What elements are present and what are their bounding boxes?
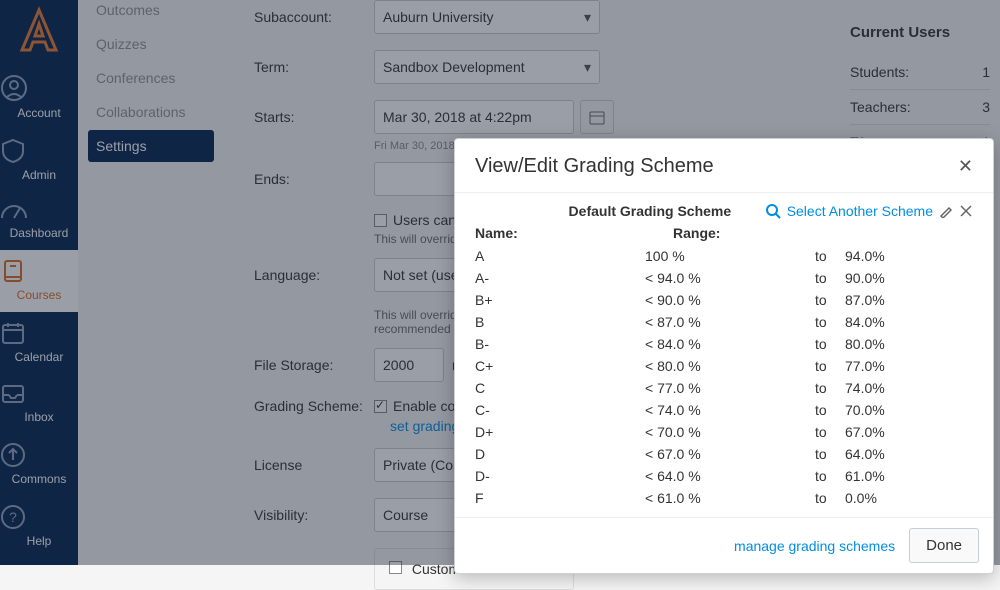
col-name: Name: [475,225,645,241]
scheme-row: C< 77.0 %to74.0% [475,377,973,399]
select-another-scheme-link[interactable]: Select Another Scheme [787,203,933,219]
col-range: Range: [645,225,845,241]
manage-schemes-link[interactable]: manage grading schemes [734,538,895,554]
to-word: to [815,468,845,484]
scheme-row: D+< 70.0 %to67.0% [475,421,973,443]
grade-to: 61.0% [845,468,885,484]
grading-scheme-modal: View/Edit Grading Scheme ✕ Default Gradi… [454,138,994,574]
grade-name: B [475,314,645,330]
grade-to: 94.0% [845,248,885,264]
grade-from: < 64.0 % [645,468,815,484]
grade-from: < 90.0 % [645,292,815,308]
grade-name: C- [475,402,645,418]
grade-from: < 74.0 % [645,402,815,418]
grade-name: A- [475,270,645,286]
grade-name: D+ [475,424,645,440]
grade-to: 77.0% [845,358,885,374]
to-word: to [815,270,845,286]
grade-name: D- [475,468,645,484]
grade-to: 70.0% [845,402,885,418]
to-word: to [815,358,845,374]
scheme-row: C+< 80.0 %to77.0% [475,355,973,377]
to-word: to [815,446,845,462]
grade-to: 80.0% [845,336,885,352]
scheme-row: B< 87.0 %to84.0% [475,311,973,333]
grade-from: < 67.0 % [645,446,815,462]
grade-to: 90.0% [845,270,885,286]
grade-from: < 77.0 % [645,380,815,396]
scheme-row: D-< 64.0 %to61.0% [475,465,973,487]
edit-icon[interactable] [939,204,953,218]
grade-name: B+ [475,292,645,308]
grade-name: B- [475,336,645,352]
grade-from: < 87.0 % [645,314,815,330]
scheme-row: B+< 90.0 %to87.0% [475,289,973,311]
grade-name: F [475,490,645,506]
modal-title: View/Edit Grading Scheme [475,155,714,178]
grade-from: < 70.0 % [645,424,815,440]
grade-name: C+ [475,358,645,374]
to-word: to [815,314,845,330]
scheme-title: Default Grading Scheme [535,203,765,219]
scheme-row: A-< 94.0 %to90.0% [475,267,973,289]
grade-name: A [475,248,645,264]
to-word: to [815,336,845,352]
grade-from: 100 % [645,248,815,264]
to-word: to [815,490,845,506]
scheme-row: A100 %to94.0% [475,245,973,267]
scheme-row: B-< 84.0 %to80.0% [475,333,973,355]
done-button[interactable]: Done [909,528,979,563]
grade-from: < 61.0 % [645,490,815,506]
grade-to: 64.0% [845,446,885,462]
to-word: to [815,292,845,308]
close-icon[interactable]: ✕ [958,156,973,177]
to-word: to [815,380,845,396]
grade-name: C [475,380,645,396]
grade-to: 84.0% [845,314,885,330]
grade-to: 87.0% [845,292,885,308]
grade-from: < 80.0 % [645,358,815,374]
grade-to: 0.0% [845,490,877,506]
to-word: to [815,424,845,440]
grade-from: < 84.0 % [645,336,815,352]
scheme-row: F< 61.0 %to0.0% [475,487,973,509]
grade-to: 67.0% [845,424,885,440]
scheme-row: D< 67.0 %to64.0% [475,443,973,465]
scheme-columns: Name: Range: [475,225,973,241]
search-icon [765,203,781,219]
grade-from: < 94.0 % [645,270,815,286]
to-word: to [815,402,845,418]
to-word: to [815,248,845,264]
grade-to: 74.0% [845,380,885,396]
scheme-row: C-< 74.0 %to70.0% [475,399,973,421]
delete-icon[interactable] [959,204,973,218]
grade-name: D [475,446,645,462]
scheme-rows: A100 %to94.0%A-< 94.0 %to90.0%B+< 90.0 %… [475,245,973,509]
